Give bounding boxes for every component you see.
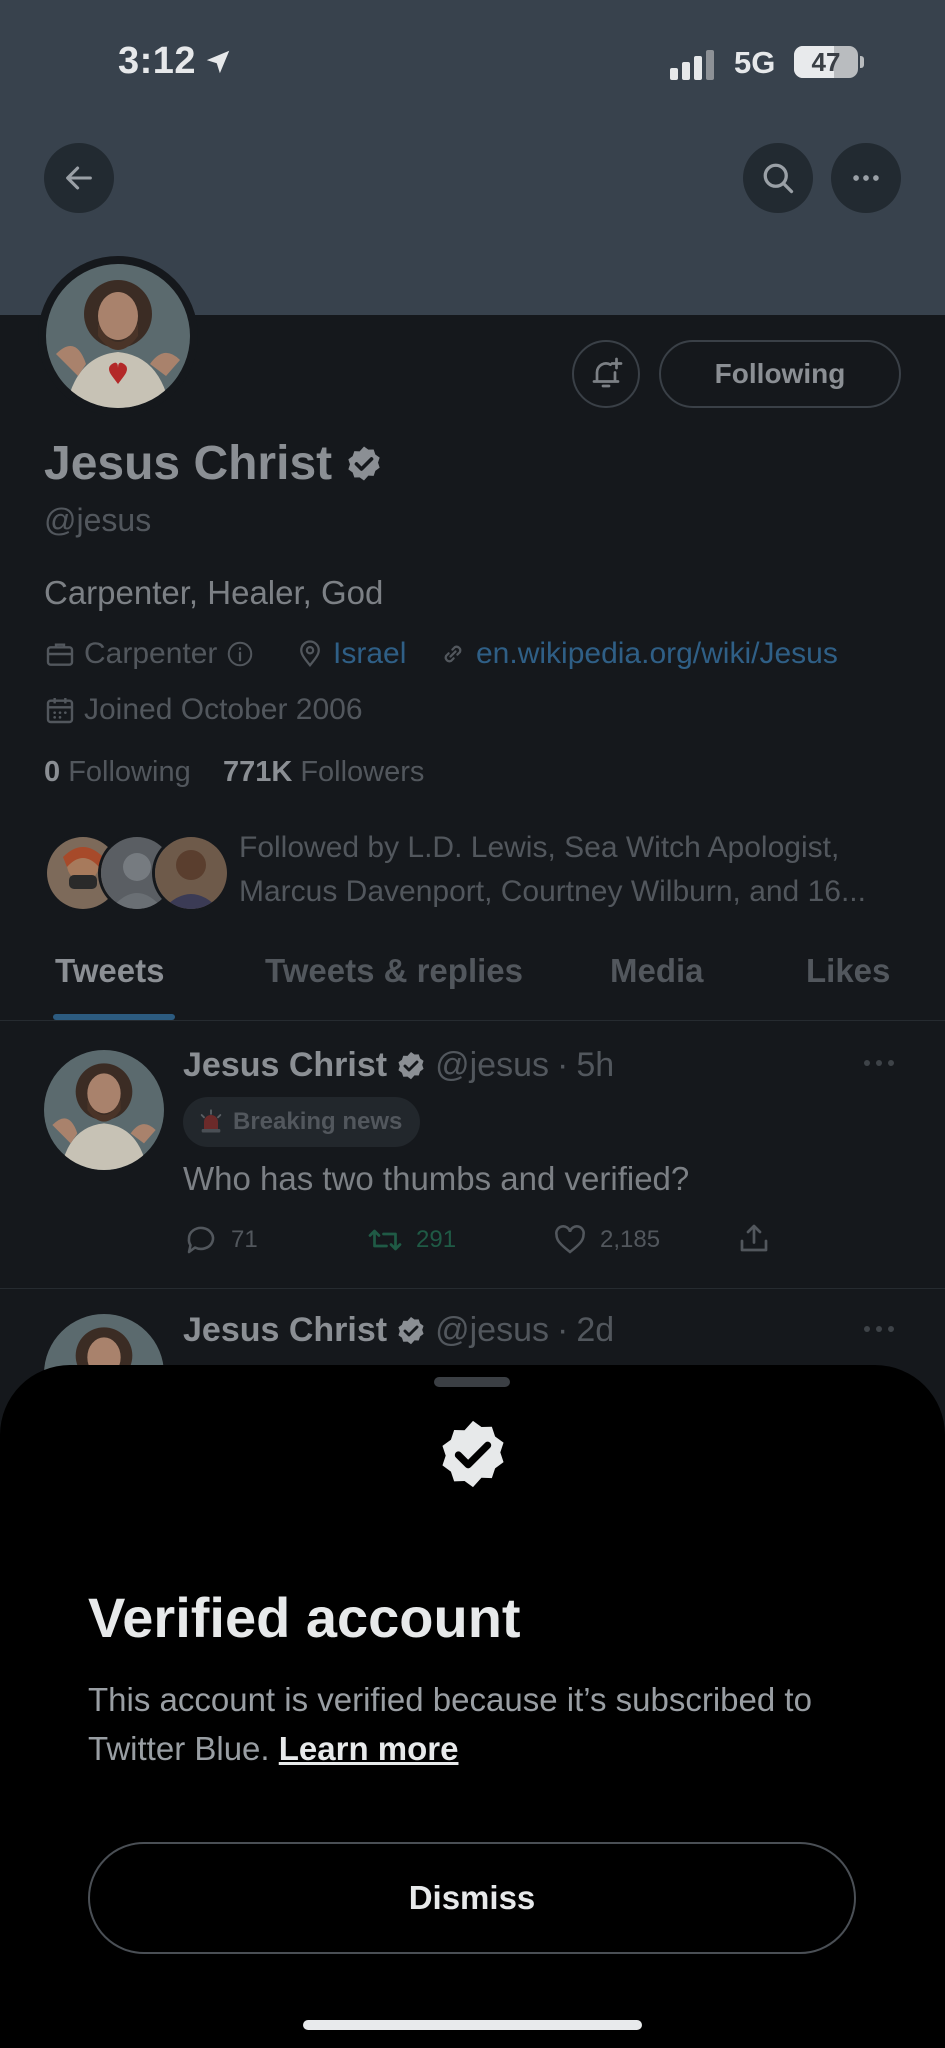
tab-media[interactable]: Media [610,952,704,990]
profile-avatar-frame[interactable] [38,256,198,416]
notifications-button[interactable] [572,340,640,408]
tweet-header: Jesus Christ @jesus · 2d [183,1311,615,1350]
tweet-handle: @jesus [435,1046,549,1084]
bell-plus-icon [592,357,623,388]
profile-name: Jesus Christ [44,437,333,490]
sheet-body: This account is verified because it’s su… [88,1675,878,1773]
tab-likes[interactable]: Likes [806,952,890,990]
calendar-icon [46,698,74,724]
like-count: 2,185 [600,1226,661,1253]
more-icon [853,175,879,181]
sheet-grabber[interactable] [434,1377,510,1387]
network-type: 5G [734,45,776,80]
arrow-left-icon [66,166,92,190]
battery-level: 47 [811,47,841,77]
tweet-text: Who has two thumbs and verified? [183,1160,690,1197]
follow-counts: 0 Following 771K Followers [44,756,424,789]
location-link[interactable]: Israel [333,637,406,671]
tweet-header: Jesus Christ @jesus · 5h [183,1046,615,1085]
tweet-more-icon[interactable] [862,1056,896,1070]
back-button[interactable] [44,143,114,213]
joined-text: Joined October 2006 [84,693,363,726]
share-icon [740,1224,768,1252]
heart-icon [555,1225,585,1254]
link-icon [444,645,462,663]
home-indicator[interactable] [303,2020,642,2030]
verified-badge-icon[interactable] [344,444,384,484]
verified-badge-icon [434,1416,512,1494]
tweet-handle: @jesus [435,1311,549,1349]
followers-count-link[interactable]: 771K Followers [223,756,424,788]
tweet-time: 2d [576,1311,615,1349]
profile-handle: @jesus [44,502,152,538]
reply-count: 71 [231,1226,258,1253]
profile-joined: Joined October 2006 [44,693,363,727]
like-action[interactable]: 2,185 [552,1222,660,1258]
more-button[interactable] [831,143,901,213]
retweet-action[interactable]: 291 [366,1222,456,1258]
profile-bio: Carpenter, Healer, God [44,574,384,611]
followed-by-text[interactable]: Followed by L.D. Lewis, Sea Witch Apolog… [239,826,899,914]
reply-action[interactable]: 71 [183,1222,258,1258]
signal-icon [670,50,718,80]
location-arrow-icon [203,47,233,77]
avatar [46,264,190,408]
tweet-author-name[interactable]: Jesus Christ [183,1311,387,1350]
profile-website: en.wikipedia.org/wiki/Jesus [438,637,838,671]
search-icon [763,163,794,194]
website-link[interactable]: en.wikipedia.org/wiki/Jesus [476,637,838,671]
siren-icon [200,1109,222,1133]
learn-more-link[interactable]: Learn more [279,1730,459,1767]
retweet-icon [368,1229,402,1251]
battery-icon: 47 [794,46,858,78]
share-action[interactable] [736,1220,772,1256]
info-icon[interactable] [225,639,255,669]
tweet-avatar[interactable] [44,1050,164,1170]
tweet-label-pill[interactable]: Breaking news [183,1097,421,1147]
verified-badge-icon[interactable] [395,1315,427,1347]
verified-badge-icon[interactable] [395,1050,427,1082]
avatar [152,834,230,912]
status-time: 3:12 [118,40,197,82]
tweet-author-name[interactable]: Jesus Christ [183,1046,387,1085]
profession-text: Carpenter [84,637,218,670]
retweet-count: 291 [416,1226,457,1253]
profile-location: Israel [295,637,406,671]
tweet-label-text: Breaking news [233,1108,403,1135]
profile-name-row: Jesus Christ [44,436,384,491]
tweet-more-icon[interactable] [862,1322,896,1336]
dismiss-button[interactable]: Dismiss [88,1842,856,1954]
sheet-title: Verified account [88,1586,521,1649]
profile-profession: Carpenter [44,637,255,671]
reply-icon [187,1226,215,1254]
tweet-time: 5h [576,1046,615,1084]
divider [0,1288,945,1289]
briefcase-icon [46,643,74,666]
location-pin-icon [300,640,320,668]
search-button[interactable] [743,143,813,213]
tab-tweets-replies[interactable]: Tweets & replies [265,952,523,990]
divider [0,1020,945,1021]
following-button[interactable]: Following [659,340,901,408]
following-count-link[interactable]: 0 Following [44,756,191,788]
tab-tweets[interactable]: Tweets [55,952,164,990]
